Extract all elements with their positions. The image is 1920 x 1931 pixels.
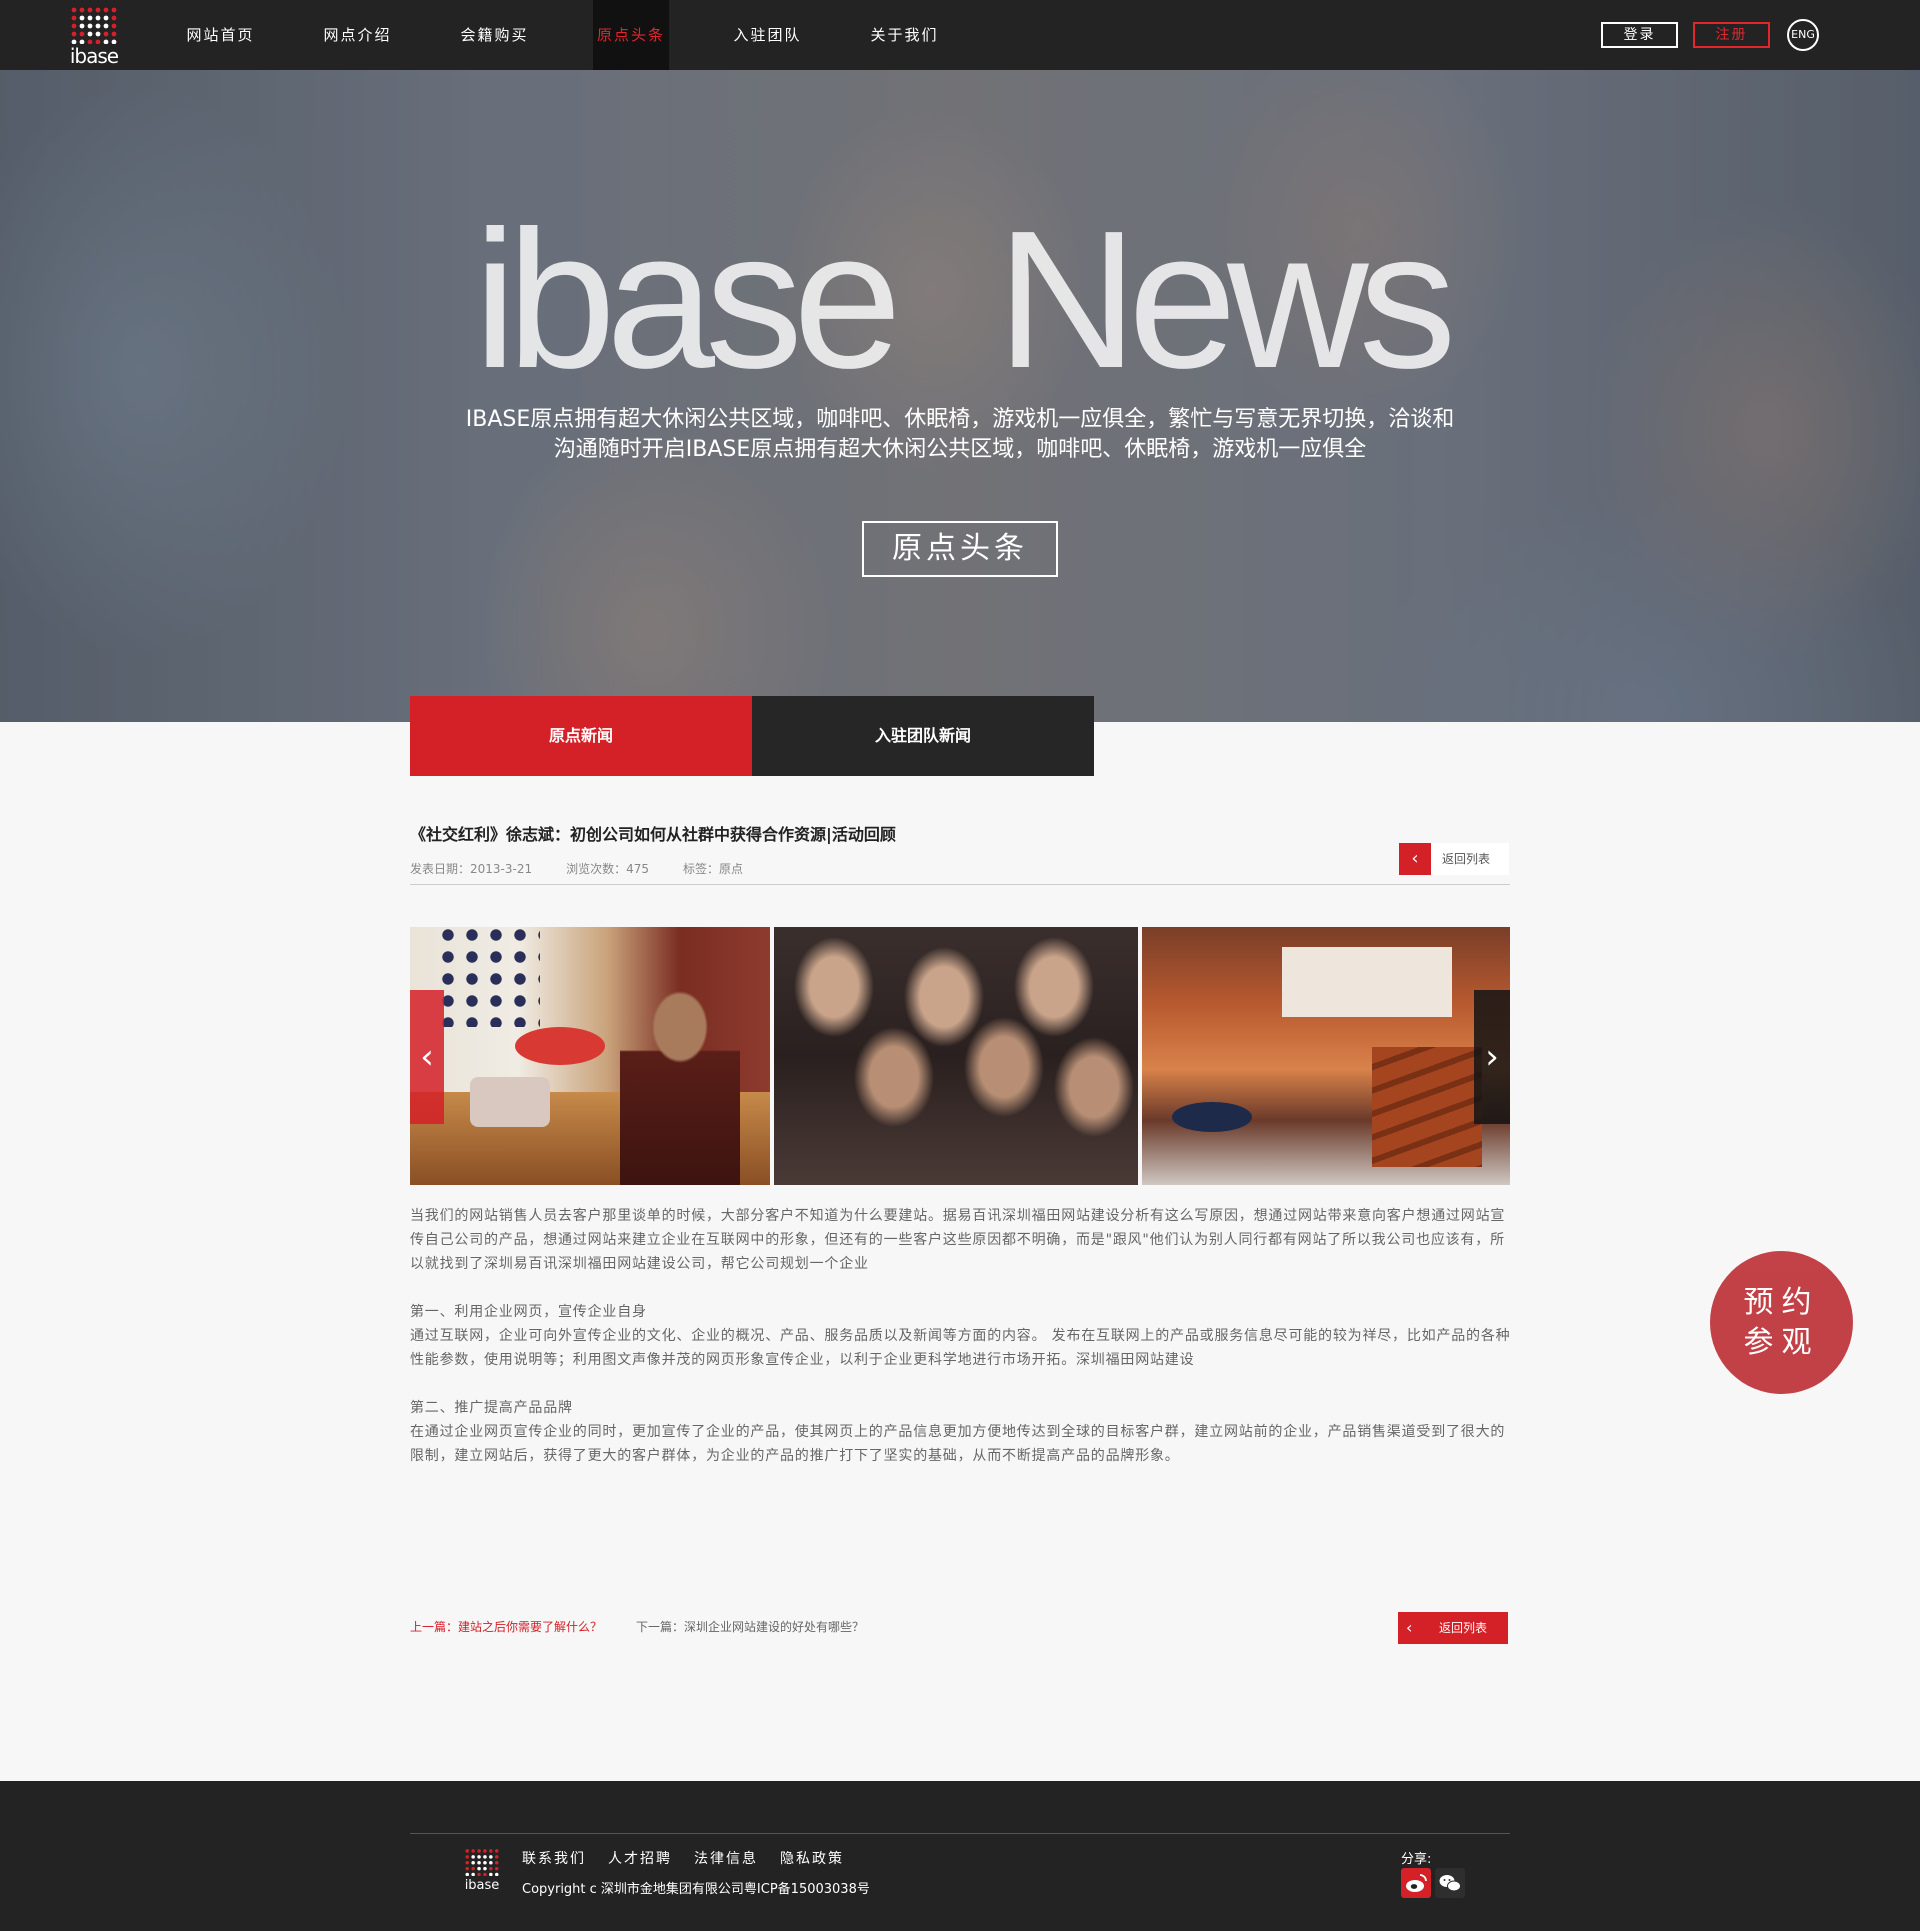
logo-dot-grid-icon: [71, 7, 117, 44]
speaker-figure: [620, 977, 740, 1185]
book-visit-line1: 预约: [1743, 1285, 1820, 1320]
ibase-logo[interactable]: ibase: [68, 6, 120, 66]
footer-logo-wordmark: ibase: [464, 1878, 500, 1893]
back-to-list-label: 返回列表: [1442, 852, 1491, 866]
footer-logo[interactable]: ibase: [464, 1848, 500, 1896]
article-body: 当我们的网站销售人员去客户那里谈单的时候，大部分客户不知道为什么要建站。据易百讯…: [410, 1204, 1515, 1492]
logo-wordmark: ibase: [69, 44, 119, 68]
footer-divider: [410, 1833, 1510, 1834]
share-label: 分享:: [1401, 1852, 1432, 1867]
previous-article-link[interactable]: 上一篇：建站之后你需要了解什么？: [410, 1618, 602, 1635]
cushion: [470, 1077, 550, 1127]
article-meta: 发表日期：2013-3-21 浏览次数：475 标签：原点: [410, 860, 777, 877]
chairs: [1372, 1047, 1482, 1167]
footer-links: 联系我们 人才招聘 法律信息 隐私政策: [522, 1848, 866, 1868]
nav-item-about[interactable]: 关于我们: [836, 0, 973, 70]
gallery-prev-button[interactable]: ‹: [410, 990, 444, 1124]
nav-item-locations[interactable]: 网点介绍: [289, 0, 426, 70]
footer-link-careers[interactable]: 人才招聘: [608, 1848, 672, 1868]
logo-dot-grid-icon: [465, 1849, 499, 1877]
back-to-list-button-top[interactable]: ‹ 返回列表: [1399, 843, 1509, 875]
hero-title: ibase News: [473, 190, 1456, 409]
table: [1172, 1102, 1252, 1132]
nav-item-news[interactable]: 原点头条: [593, 0, 669, 70]
book-visit-line2: 参观: [1743, 1325, 1820, 1360]
divider: [410, 884, 1510, 885]
main-nav: 网站首页 网点介绍 会籍购买 原点头条 入驻团队 关于我们: [152, 0, 973, 70]
article-paragraph: 第二、推广提高产品品牌 在通过企业网页宣传企业的同时，更加宣传了企业的产品，使其…: [410, 1400, 1506, 1464]
back-to-list-button-bottom[interactable]: ‹ 返回列表: [1398, 1612, 1508, 1644]
book-visit-button[interactable]: 预约 参观: [1710, 1251, 1853, 1394]
weibo-share-icon[interactable]: [1401, 1868, 1431, 1898]
gallery-next-button[interactable]: ›: [1474, 990, 1510, 1124]
language-switch-button[interactable]: ENG: [1787, 19, 1819, 51]
article-paragraph: 当我们的网站销售人员去客户那里谈单的时候，大部分客户不知道为什么要建站。据易百讯…: [410, 1208, 1506, 1272]
pillow: [515, 1027, 605, 1065]
footer-link-privacy[interactable]: 隐私政策: [780, 1848, 844, 1868]
footer-link-legal[interactable]: 法律信息: [694, 1848, 758, 1868]
chevron-left-icon: ‹: [1399, 843, 1431, 875]
tab-ibase-news[interactable]: 原点新闻: [410, 696, 752, 776]
footer-link-contact[interactable]: 联系我们: [522, 1848, 586, 1868]
hero-description: IBASE原点拥有超大休闲公共区域，咖啡吧、休眠椅，游戏机一应俱全，繁忙与写意无…: [465, 407, 1455, 462]
news-category-tabs: 原点新闻 入驻团队新闻: [410, 696, 1094, 776]
gallery-photo-venue: [1142, 927, 1510, 1185]
nav-item-teams[interactable]: 入驻团队: [699, 0, 836, 70]
wechat-share-icon[interactable]: [1435, 1868, 1465, 1898]
next-article-link[interactable]: 下一篇：深圳企业网站建设的好处有哪些？: [636, 1618, 864, 1635]
top-navigation-bar: ibase 网站首页 网点介绍 会籍购买 原点头条 入驻团队 关于我们 登录 注…: [0, 0, 1920, 70]
article-title: 《社交红利》徐志斌：初创公司如何从社群中获得合作资源|活动回顾: [410, 825, 896, 844]
login-button[interactable]: 登录: [1601, 22, 1678, 48]
gallery-photo-audience: [774, 927, 1138, 1185]
register-button[interactable]: 注册: [1693, 22, 1770, 48]
nav-item-home[interactable]: 网站首页: [152, 0, 289, 70]
view-count: 浏览次数：475: [566, 862, 650, 876]
wechat-icon: [1439, 1875, 1461, 1892]
hero-banner: ibase News IBASE原点拥有超大休闲公共区域，咖啡吧、休眠椅，游戏机…: [0, 70, 1920, 722]
photo-gallery: ‹ ›: [410, 927, 1510, 1185]
footer: ibase 联系我们 人才招聘 法律信息 隐私政策 Copyright c 深圳…: [0, 1781, 1920, 1931]
publish-date: 发表日期：2013-3-21: [410, 862, 533, 876]
copyright-text: Copyright c 深圳市金地集团有限公司粤ICP备15003038号: [522, 1882, 870, 1897]
back-to-list-label: 返回列表: [1439, 1621, 1488, 1635]
wall-pattern: [440, 927, 540, 1027]
weibo-icon: [1406, 1874, 1427, 1892]
article-paragraph: 第一、利用企业网页，宣传企业自身 通过互联网，企业可向外宣传企业的文化、企业的概…: [410, 1304, 1511, 1368]
hero-news-button[interactable]: 原点头条: [862, 521, 1058, 577]
tab-team-news[interactable]: 入驻团队新闻: [752, 696, 1094, 776]
article-pagination: 上一篇：建站之后你需要了解什么？ 下一篇：深圳企业网站建设的好处有哪些？: [410, 1618, 864, 1635]
article-tags: 标签：原点: [683, 862, 744, 876]
chevron-left-icon: ‹: [1406, 1618, 1413, 1637]
nav-item-membership[interactable]: 会籍购买: [426, 0, 563, 70]
window: [1282, 947, 1452, 1017]
gallery-photo-speaker: [410, 927, 770, 1185]
